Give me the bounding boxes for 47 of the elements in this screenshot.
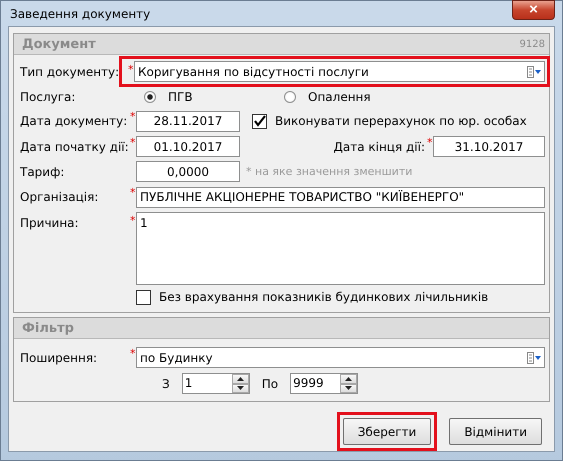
number-spinner[interactable]: 9999 bbox=[290, 373, 358, 394]
dialog-button[interactable]: Зберегти bbox=[342, 418, 432, 445]
date-field[interactable]: 31.10.2017 bbox=[433, 136, 545, 157]
field-label: Тип документу: bbox=[20, 64, 120, 78]
required-mark: * bbox=[130, 136, 136, 149]
radio-label[interactable]: ПГВ bbox=[168, 90, 193, 104]
dropdown-field[interactable]: по Будинку bbox=[136, 347, 545, 368]
window-title: Заведення документу bbox=[9, 6, 150, 20]
required-mark: * bbox=[130, 186, 136, 199]
field-label: Дата документу: bbox=[20, 114, 128, 128]
field-label: Причина: bbox=[20, 216, 80, 230]
field-label: Поширення: bbox=[20, 350, 98, 364]
checkbox-label[interactable]: Виконувати перерахунок по юр. особах bbox=[275, 114, 527, 128]
field-label: Організація: bbox=[20, 190, 100, 204]
field-label: Послуга: bbox=[20, 90, 76, 104]
required-mark: * bbox=[130, 214, 136, 227]
spin-label: З bbox=[162, 376, 170, 390]
reason-textarea[interactable]: 1 bbox=[136, 212, 545, 285]
field-label: Дата початку дії: bbox=[20, 140, 130, 154]
dropdown-list-icon[interactable] bbox=[527, 66, 541, 78]
dialog-button[interactable]: Відмінити bbox=[449, 418, 542, 445]
spin-label: По bbox=[262, 376, 278, 390]
panel-title: Документ bbox=[22, 36, 96, 52]
radio-label[interactable]: Опалення bbox=[308, 90, 371, 104]
field-label: Тариф: bbox=[20, 164, 66, 178]
required-mark: * bbox=[427, 136, 433, 149]
checkbox[interactable] bbox=[136, 290, 151, 304]
field-label: Дата кінця дії: bbox=[333, 140, 425, 154]
required-mark: * bbox=[130, 110, 136, 123]
document-number: 9128 bbox=[520, 38, 545, 50]
checkmark-icon bbox=[254, 115, 266, 127]
date-field[interactable]: 28.11.2017 bbox=[136, 110, 240, 132]
tariff-field[interactable]: 0,0000 bbox=[136, 161, 240, 182]
dropdown-list-icon[interactable] bbox=[527, 352, 541, 364]
date-field[interactable]: 01.10.2017 bbox=[136, 136, 240, 157]
radio-button[interactable] bbox=[144, 91, 156, 103]
radio-button[interactable] bbox=[284, 91, 296, 103]
hint-text: * на яке значення зменшити bbox=[246, 165, 412, 178]
checkbox-label[interactable]: Без врахування показників будинкових лічильників bbox=[159, 290, 488, 304]
checkbox[interactable] bbox=[252, 114, 267, 128]
organization-field[interactable]: ПУБЛІЧНЕ АКЦІОНЕРНЕ ТОВАРИСТВО "КИЇВЕНЕРГО" bbox=[136, 186, 545, 208]
dropdown-field[interactable]: Коригування по відсутності послуги bbox=[134, 61, 545, 82]
number-spinner[interactable]: 1 bbox=[182, 373, 250, 394]
required-mark: * bbox=[128, 63, 134, 76]
close-button[interactable]: × bbox=[512, 0, 555, 20]
required-mark: * bbox=[130, 347, 136, 360]
panel-title: Фільтр bbox=[22, 320, 74, 336]
